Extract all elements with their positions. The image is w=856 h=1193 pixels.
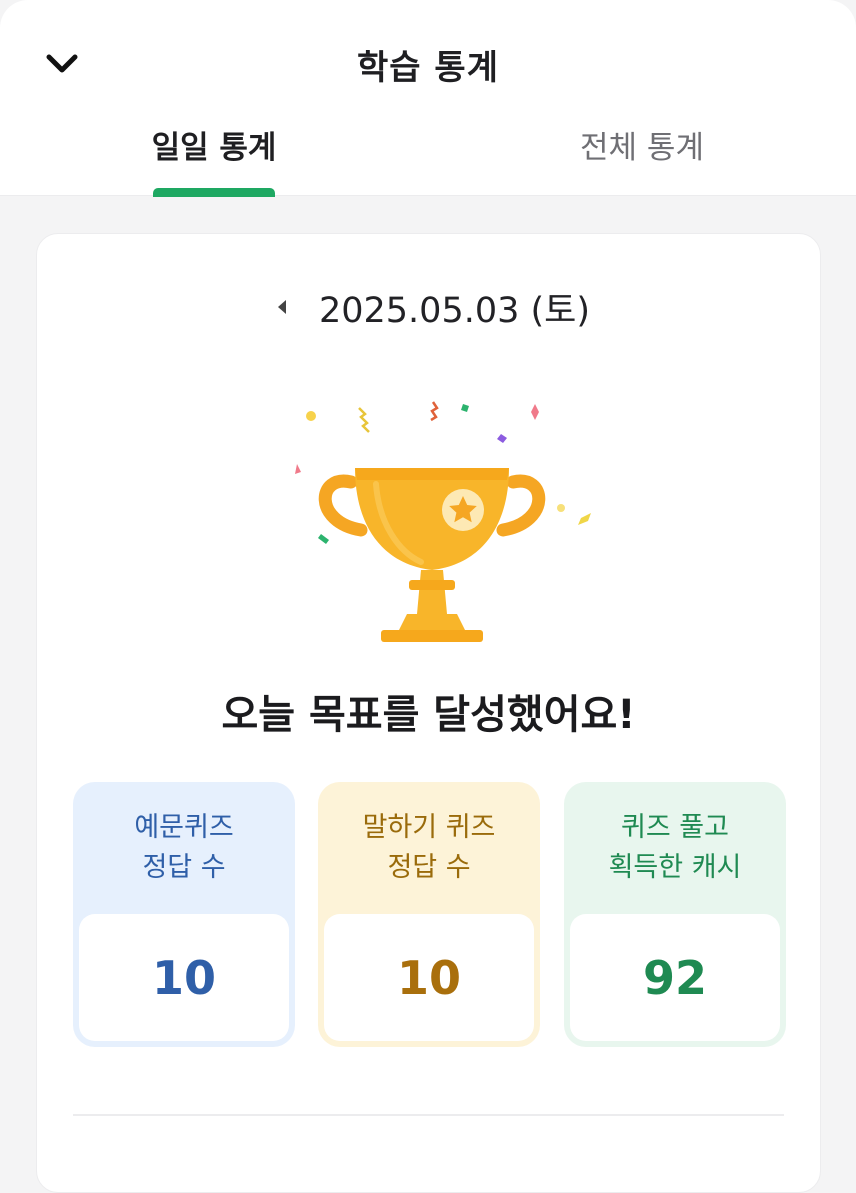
statistics-sheet: 학습 통계 일일 통계 전체 통계 2025.05.03 (토) 오늘 목표를 … xyxy=(0,0,856,1193)
stat-label-line2: 획득한 캐시 xyxy=(608,852,742,883)
stat-card-speaking-quiz: 말하기 퀴즈 정답 수 10 xyxy=(318,782,540,1047)
daily-stats-card: 2025.05.03 (토) 오늘 목표를 달성했어요! 예문퀴즈 정답 수 1… xyxy=(36,233,821,1193)
page-title: 학습 통계 xyxy=(357,48,499,88)
trophy-illustration xyxy=(251,394,611,644)
stat-value: 10 xyxy=(79,914,289,1041)
stat-label-line1: 말하기 퀴즈 xyxy=(362,812,496,843)
current-date: 2025.05.03 (토) xyxy=(318,290,591,331)
section-divider xyxy=(73,1114,784,1116)
date-navigator: 2025.05.03 (토) xyxy=(37,282,820,332)
caret-left-icon xyxy=(277,300,286,314)
stat-label: 퀴즈 풀고 획득한 캐시 xyxy=(564,782,786,914)
stat-label: 예문퀴즈 정답 수 xyxy=(73,782,295,914)
stat-label: 말하기 퀴즈 정답 수 xyxy=(318,782,540,914)
active-tab-indicator xyxy=(153,188,275,197)
stat-card-cash-earned: 퀴즈 풀고 획득한 캐시 92 xyxy=(564,782,786,1047)
previous-date-button[interactable] xyxy=(267,292,297,322)
stat-value: 92 xyxy=(570,914,780,1041)
goal-achieved-message: 오늘 목표를 달성했어요! xyxy=(221,692,636,738)
tab-daily-stats[interactable]: 일일 통계 xyxy=(94,122,334,167)
trophy-icon xyxy=(295,401,591,642)
tab-total-stats[interactable]: 전체 통계 xyxy=(522,122,762,167)
stat-label-line1: 퀴즈 풀고 xyxy=(621,812,729,843)
stat-label-line2: 정답 수 xyxy=(142,852,226,883)
stat-label-line1: 예문퀴즈 xyxy=(134,812,234,843)
stat-card-sentence-quiz: 예문퀴즈 정답 수 10 xyxy=(73,782,295,1047)
header: 학습 통계 일일 통계 전체 통계 xyxy=(0,0,856,197)
stat-value: 10 xyxy=(324,914,534,1041)
stat-label-line2: 정답 수 xyxy=(387,852,471,883)
